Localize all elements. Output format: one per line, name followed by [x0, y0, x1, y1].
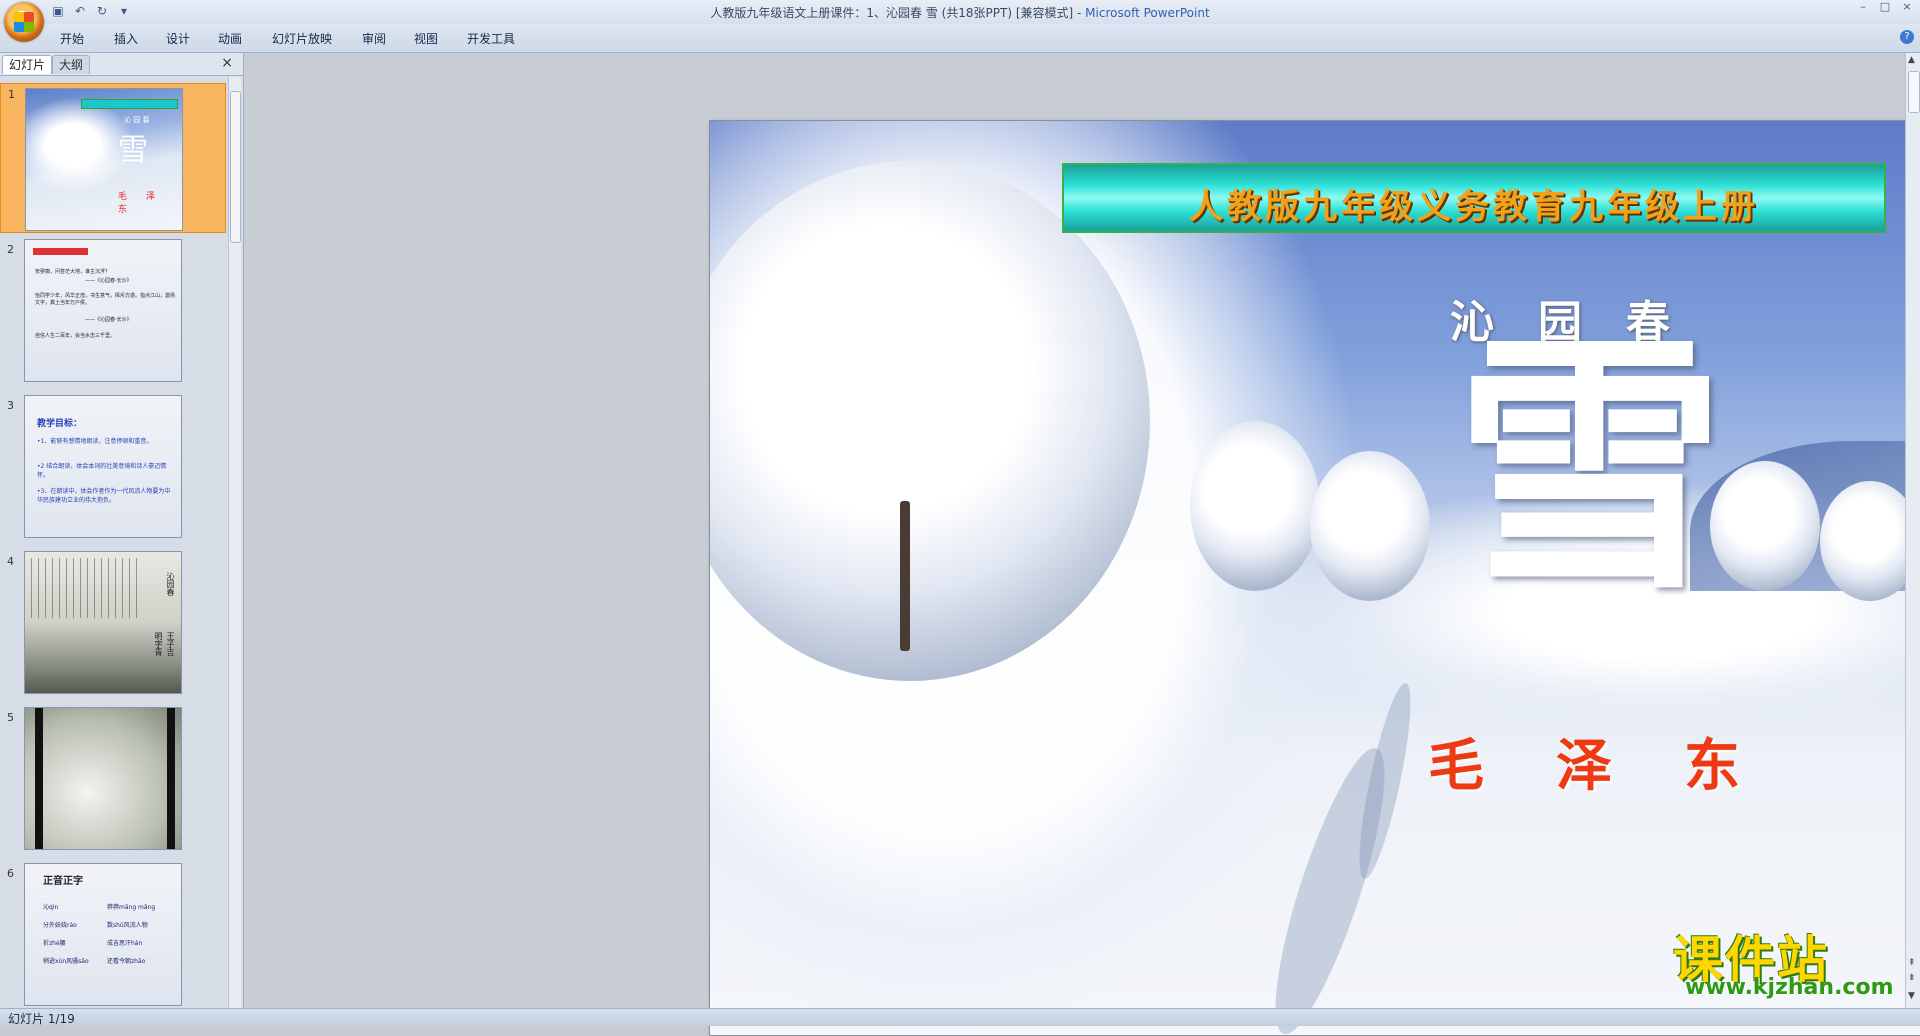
snow-tree [1190, 421, 1320, 591]
scroll-up-icon[interactable]: ▲ [1908, 55, 1915, 65]
slide-preview: 沁 园 春 雪 毛 泽 东 [25, 88, 183, 231]
title-bar: ▣ ↶ ↻ ▾ 人教版九年级语文上册课件：1、沁园春 雪 (共18张PPT) [… [0, 0, 1920, 42]
calligraphy-image [31, 558, 141, 618]
thumb-line: 恰同学少年，风华正茂，书生意气，挥斥方遒。指点江山，激扬文字，粪土当年万户侯。 [35, 293, 176, 306]
header-banner: 人教版九年级义务教育九年级上册 [1062, 163, 1886, 233]
slide-thumbnail-5[interactable]: 5 [0, 707, 226, 857]
office-logo-icon [14, 12, 34, 32]
window-title: 人教版九年级语文上册课件：1、沁园春 雪 (共18张PPT) [兼容模式] - … [710, 6, 1210, 20]
thumb-vertical-text: 明字青 [154, 632, 163, 656]
snow-tree [1710, 461, 1820, 591]
thumb-title: 正音正字 [43, 876, 83, 887]
slide-editor: 人教版九年级义务教育九年级上册 沁园春 雪 毛泽东 [244, 53, 1920, 1036]
thumb-item: 还看今朝zhāo [107, 958, 146, 965]
tab-design[interactable]: 设计 [166, 30, 190, 47]
current-slide[interactable]: 人教版九年级义务教育九年级上册 沁园春 雪 毛泽东 [709, 120, 1920, 1036]
thumb-item: 数shǔ风流人物 [107, 922, 148, 929]
snow-tree [1310, 451, 1430, 601]
thumb-title: 教学目标： [37, 419, 83, 429]
thumb-line: 自信人生二百年，会当水击三千里。 [35, 333, 116, 339]
slide-thumbnail-2[interactable]: 2 怅寥廓，问苍茫大地，谁主沉浮？ ——《沁园春·长沙》 恰同学少年，风华正茂，… [0, 239, 226, 389]
slide-thumbnail-3[interactable]: 3 教学目标： •1、能够有感情地朗读，注意停顿和重音。 •2 结合朗读，体会本… [0, 395, 226, 545]
tab-outline[interactable]: 大纲 [52, 55, 91, 74]
close-button[interactable]: × [1898, 1, 1916, 14]
slide-number: 5 [7, 711, 14, 724]
tab-insert[interactable]: 插入 [114, 30, 138, 47]
slide-preview [24, 707, 182, 850]
tab-animations[interactable]: 动画 [218, 30, 242, 47]
thumb-title: 雪 [118, 133, 148, 168]
slide-preview: 怅寥廓，问苍茫大地，谁主沉浮？ ——《沁园春·长沙》 恰同学少年，风华正茂，书生… [24, 239, 182, 382]
slide-author: 毛泽东 [1428, 733, 1812, 799]
slide-preview: 教学目标： •1、能够有感情地朗读，注意停顿和重音。 •2 结合朗读，体会本词的… [24, 395, 182, 538]
slide-counter: 幻灯片 1/19 [8, 1012, 75, 1026]
tab-home[interactable]: 开始 [60, 30, 84, 47]
scroll-down-icon[interactable]: ▼ [1908, 991, 1915, 1001]
tab-view[interactable]: 视图 [414, 30, 438, 47]
editor-scrollbar[interactable]: ▲ ⇞ ⇟ ▼ [1905, 53, 1920, 1008]
banner-strip [81, 99, 178, 109]
window-controls: – □ × [1854, 1, 1916, 14]
thumb-line: •3、在朗读中，体会作者作为一代风流人物要为中华民族建功立业的伟大抱负。 [37, 488, 171, 504]
slide-number: 1 [8, 88, 15, 101]
slide-thumbnail-4[interactable]: 4 沁园春 王子吉 明字青 [0, 551, 226, 701]
thumb-item: 成吉思汗hán [107, 940, 143, 947]
tab-developer[interactable]: 开发工具 [467, 30, 515, 47]
thumb-line: ——《沁园春·长沙》 [85, 317, 132, 323]
landscape-painting [35, 708, 175, 849]
thumb-subtitle: 沁 园 春 [124, 116, 150, 124]
prev-slide-icon[interactable]: ⇞ [1908, 958, 1916, 968]
slide-preview: 正音正字 沁qìn 莽莽mǎng mǎng 分外妖娆ráo 数shǔ风流人物 折… [24, 863, 182, 1006]
status-bar: 幻灯片 1/19 [0, 1008, 1920, 1026]
panel-close-icon[interactable]: × [221, 55, 233, 71]
thumbnail-list: 1 沁 园 春 雪 毛 泽 东 2 怅寥廓，问苍茫大地，谁主沉浮？ ——《沁园春… [0, 77, 226, 1008]
thumb-line: 怅寥廓，问苍茫大地，谁主沉浮？ [35, 269, 111, 275]
help-icon[interactable]: ? [1900, 30, 1914, 44]
panel-tabs: 幻灯片 大纲 × [0, 53, 243, 76]
tab-slides[interactable]: 幻灯片 [2, 55, 53, 74]
office-button[interactable] [4, 2, 44, 42]
thumb-item: 稍逊xùn风骚sāo [43, 958, 89, 965]
slide-number: 4 [7, 555, 14, 568]
thumb-vertical-text: 王子吉 [166, 632, 175, 656]
thumb-line: •1、能够有感情地朗读，注意停顿和重音。 [37, 438, 153, 445]
slides-panel: 幻灯片 大纲 × 1 沁 园 春 雪 毛 泽 东 2 怅寥廓，问苍茫大地，谁主沉… [0, 53, 244, 1008]
thumb-item: 沁qìn [43, 904, 59, 911]
slide-title: 雪 [1455, 307, 1725, 625]
scroll-thumb[interactable] [230, 91, 241, 243]
thumb-line: •2 结合朗读，体会本词的壮美意境和诗人豪迈情怀。 [37, 463, 167, 479]
next-slide-icon[interactable]: ⇟ [1908, 973, 1916, 983]
ribbon-tabs: 开始 插入 设计 动画 幻灯片放映 审阅 视图 开发工具 [0, 24, 1920, 53]
maximize-button[interactable]: □ [1876, 1, 1894, 14]
thumbnail-scrollbar[interactable] [228, 77, 241, 1008]
minimize-button[interactable]: – [1854, 1, 1872, 14]
slide-thumbnail-1[interactable]: 1 沁 园 春 雪 毛 泽 东 [0, 83, 226, 233]
snow-tree [710, 161, 1150, 681]
tab-slideshow[interactable]: 幻灯片放映 [272, 30, 332, 47]
watermark-logo: 课件站 www.kjzhan.com [1665, 920, 1905, 1010]
watermark-url: www.kjzhan.com [1685, 975, 1894, 1000]
thumb-item: 分外妖娆ráo [43, 922, 77, 929]
banner-title: 人教版九年级义务教育九年级上册 [1189, 187, 1759, 227]
slide-number: 3 [7, 399, 14, 412]
thumb-item: 莽莽mǎng mǎng [107, 904, 156, 911]
thumb-tag [33, 248, 88, 255]
tree-trunk [900, 501, 910, 651]
tab-review[interactable]: 审阅 [362, 30, 386, 47]
slide-preview: 沁园春 王子吉 明字青 [24, 551, 182, 694]
thumb-item: 折zhé腰 [43, 940, 66, 947]
scroll-thumb[interactable] [1908, 71, 1920, 113]
thumb-author: 毛 泽 东 [118, 192, 163, 215]
thumb-vertical-text: 沁园春 [166, 572, 175, 596]
slide-number: 6 [7, 867, 14, 880]
thumb-line: ——《沁园春·长沙》 [85, 278, 132, 284]
slide-number: 2 [7, 243, 14, 256]
slide-thumbnail-6[interactable]: 6 正音正字 沁qìn 莽莽mǎng mǎng 分外妖娆ráo 数shǔ风流人物… [0, 863, 226, 1008]
